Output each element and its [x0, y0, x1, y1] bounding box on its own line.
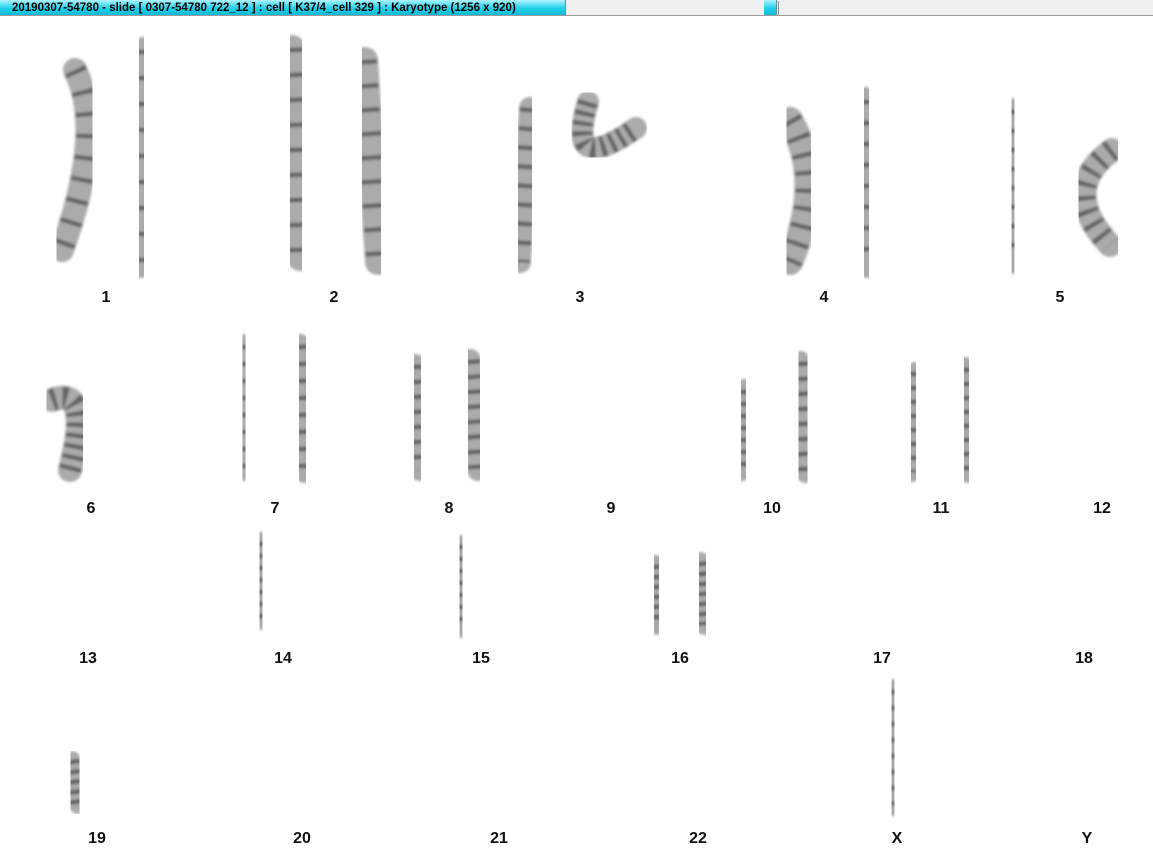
- chromosome-pair-17[interactable]: [848, 548, 916, 638]
- chromosome-label-10: 10: [763, 500, 781, 517]
- chromosome-label-11: 11: [932, 500, 950, 517]
- chromosome-pair-16[interactable]: [645, 552, 715, 635]
- chromosome-pair-18[interactable]: [1052, 542, 1114, 632]
- chromosome-pair-10[interactable]: [731, 351, 817, 483]
- chromosome-label-6: 6: [86, 500, 96, 517]
- chromosome-pair-15[interactable]: [450, 535, 511, 638]
- title-highlight-small: [764, 0, 777, 15]
- chromosome-label-Y: Y: [1081, 830, 1093, 847]
- chromosome-pair-12[interactable]: [1068, 358, 1135, 482]
- chromosome-label-12: 12: [1093, 500, 1111, 517]
- chromosome-label-17: 17: [873, 650, 891, 667]
- chromosome-label-9: 9: [606, 500, 616, 517]
- chromosome-label-22: 22: [689, 830, 707, 847]
- chromosome-label-19: 19: [88, 830, 106, 847]
- title-bar[interactable]: 20190307-54780 - slide [ 0307-54780 722_…: [0, 0, 1153, 16]
- chromosome-label-21: 21: [490, 830, 508, 847]
- window-title: 20190307-54780 - slide [ 0307-54780 722_…: [12, 2, 516, 14]
- chromosome-pair-21[interactable]: [473, 753, 527, 815]
- chromosome-pair-20[interactable]: [272, 738, 332, 818]
- chromosome-pair-2[interactable]: [279, 35, 391, 275]
- karyotype-panel: 1 2 3 4 5 6 7 8 9 10 11 12 13 14 15 16 17 18 19 20 21 22 X Y: [0, 16, 1153, 857]
- chromosome-pair-8[interactable]: [404, 349, 489, 481]
- chromosome-label-16: 16: [671, 650, 689, 667]
- chromosome-pair-5[interactable]: [1000, 98, 1124, 274]
- chromosome-label-3: 3: [575, 289, 585, 306]
- chromosome-pair-4[interactable]: [777, 87, 881, 278]
- chromosome-label-2: 2: [329, 289, 339, 306]
- chromosome-label-5: 5: [1055, 289, 1065, 306]
- chromosome-pair-6[interactable]: [40, 317, 141, 491]
- chromosome-pair-11[interactable]: [902, 357, 979, 483]
- chromosome-pair-22[interactable]: [670, 755, 728, 815]
- chromosome-drawing: [40, 35, 1135, 818]
- chromosome-label-14: 14: [274, 650, 292, 667]
- chromosome-pair-X[interactable]: [881, 679, 905, 816]
- chromosome-pair-9[interactable]: [583, 359, 643, 483]
- chromosome-pair-19[interactable]: [63, 751, 127, 814]
- chromosome-label-20: 20: [293, 830, 311, 847]
- chromosome-label-4: 4: [819, 289, 829, 306]
- chromosome-label-8: 8: [444, 500, 454, 517]
- chromosome-pair-13[interactable]: [58, 530, 116, 632]
- chromosome-label-13: 13: [79, 650, 97, 667]
- chromosome-label-7: 7: [270, 500, 280, 517]
- chromosome-pair-1[interactable]: [50, 37, 156, 278]
- chromosome-label-X: X: [891, 830, 903, 847]
- chromosome-pair-3[interactable]: [509, 91, 647, 273]
- chromosome-label-15: 15: [472, 650, 490, 667]
- chromosome-pair-14[interactable]: [250, 530, 315, 630]
- chromosome-pair-7[interactable]: [232, 334, 316, 483]
- chromosome-label-18: 18: [1075, 650, 1093, 667]
- chromosome-label-1: 1: [101, 289, 111, 306]
- title-divider: [778, 1, 779, 15]
